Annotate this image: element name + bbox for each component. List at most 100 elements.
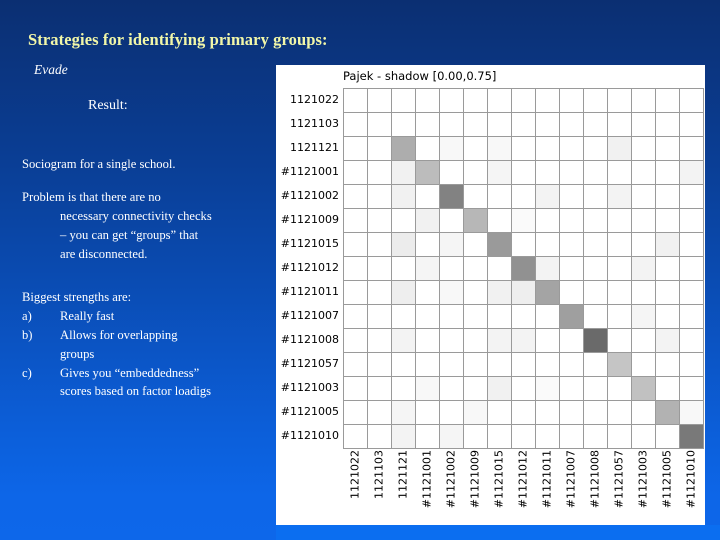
heatmap-cell [368, 281, 392, 305]
heatmap-cell [680, 377, 704, 401]
heatmap-row [344, 137, 704, 161]
heatmap-cell [440, 233, 464, 257]
heatmap-cell [656, 113, 680, 137]
heatmap-cell [344, 137, 368, 161]
heatmap-cell [416, 137, 440, 161]
heatmap-cell [656, 329, 680, 353]
heatmap-cell [416, 353, 440, 377]
heatmap-cell [656, 185, 680, 209]
heatmap-cell [608, 257, 632, 281]
heatmap-cell [344, 329, 368, 353]
heatmap-cell [416, 377, 440, 401]
heatmap-cell [680, 137, 704, 161]
heatmap-cell [392, 233, 416, 257]
heatmap-cell [440, 137, 464, 161]
heatmap-cell [488, 281, 512, 305]
heatmap-cell [488, 233, 512, 257]
column-label: #1121002 [439, 450, 463, 522]
heatmap-cell [536, 401, 560, 425]
problem-line-1: Problem is that there are no [22, 190, 161, 204]
heatmap-cell [464, 425, 488, 449]
heatmap-cell [464, 257, 488, 281]
list-marker: b) [22, 327, 33, 342]
heatmap-cell [368, 353, 392, 377]
heatmap-cell [344, 257, 368, 281]
heatmap-cell [632, 329, 656, 353]
heatmap-cell [464, 353, 488, 377]
heatmap-cell [440, 89, 464, 113]
heatmap-cell [584, 89, 608, 113]
heatmap-cell [680, 353, 704, 377]
heatmap-cell [536, 329, 560, 353]
heatmap-cell [656, 281, 680, 305]
heatmap-cell [680, 209, 704, 233]
heatmap-cell [536, 209, 560, 233]
heatmap-cell [440, 377, 464, 401]
heatmap-cell [344, 185, 368, 209]
heatmap-cell [488, 257, 512, 281]
problem-line-2: necessary connectivity checks [60, 208, 212, 223]
heatmap-cell [440, 425, 464, 449]
column-label: #1121012 [511, 450, 535, 522]
heatmap-cell [416, 113, 440, 137]
heatmap-row [344, 329, 704, 353]
heatmap-cell [560, 209, 584, 233]
heatmap-cell [560, 113, 584, 137]
column-label: #1121007 [559, 450, 583, 522]
heatmap-cell [512, 353, 536, 377]
list-marker: a) [22, 308, 32, 323]
list-item-continuation: scores based on factor loadigs [22, 382, 272, 401]
paragraph-sociogram: Sociogram for a single school. [22, 155, 272, 174]
heatmap-cell [392, 137, 416, 161]
row-label-axis: 1121022 1121103 1121121 #1121001 #1121002 #11… [276, 88, 343, 448]
column-label: #1121005 [655, 450, 679, 522]
column-label-text: #1121002 [444, 450, 458, 509]
heatmap-cell [416, 257, 440, 281]
heatmap-cell [584, 209, 608, 233]
heatmap-cell [656, 89, 680, 113]
heatmap-cell [608, 401, 632, 425]
list-item-text: Really fast [60, 308, 115, 323]
list-item-continuation: groups [22, 345, 272, 364]
column-label: 1121022 [343, 450, 367, 522]
heatmap-cell [536, 305, 560, 329]
column-label: #1121057 [607, 450, 631, 522]
column-label: #1121015 [487, 450, 511, 522]
heatmap-cell [440, 305, 464, 329]
heatmap-cell [488, 209, 512, 233]
heatmap-cell [368, 161, 392, 185]
heatmap-cell [584, 233, 608, 257]
heatmap-cell [392, 305, 416, 329]
heatmap-cell [656, 353, 680, 377]
heatmap-cell [344, 401, 368, 425]
paragraph-problem: Problem is that there are no necessary c… [22, 188, 272, 264]
heatmap-cell [464, 401, 488, 425]
row-label: #1121057 [280, 357, 339, 370]
heatmap-cell [560, 305, 584, 329]
heatmap-cell [440, 113, 464, 137]
heatmap-cell [632, 89, 656, 113]
row-label: #1121010 [280, 429, 339, 442]
list-item: b) Allows for overlapping [22, 326, 272, 345]
list-item-text-cont: groups [60, 346, 95, 361]
column-label: 1121121 [391, 450, 415, 522]
heatmap-cell [488, 113, 512, 137]
heatmap-cell [560, 353, 584, 377]
list-marker: c) [22, 365, 32, 380]
heatmap-cell [392, 353, 416, 377]
result-label: Result: [88, 98, 128, 113]
heatmap-cell [608, 209, 632, 233]
heatmap-cell [416, 161, 440, 185]
heatmap-cell [584, 401, 608, 425]
row-label: #1121011 [280, 285, 339, 298]
heatmap-cell [536, 185, 560, 209]
heatmap-cell [608, 161, 632, 185]
heatmap-row [344, 281, 704, 305]
problem-line-3: – you can get “groups” that [60, 227, 199, 242]
slide-canvas: Strategies for identifying primary group… [0, 0, 720, 540]
heatmap-cell [512, 281, 536, 305]
heatmap-cell [608, 377, 632, 401]
column-label-text: #1121012 [516, 450, 530, 509]
column-label-text: #1121010 [684, 450, 698, 509]
heatmap-cell [344, 281, 368, 305]
